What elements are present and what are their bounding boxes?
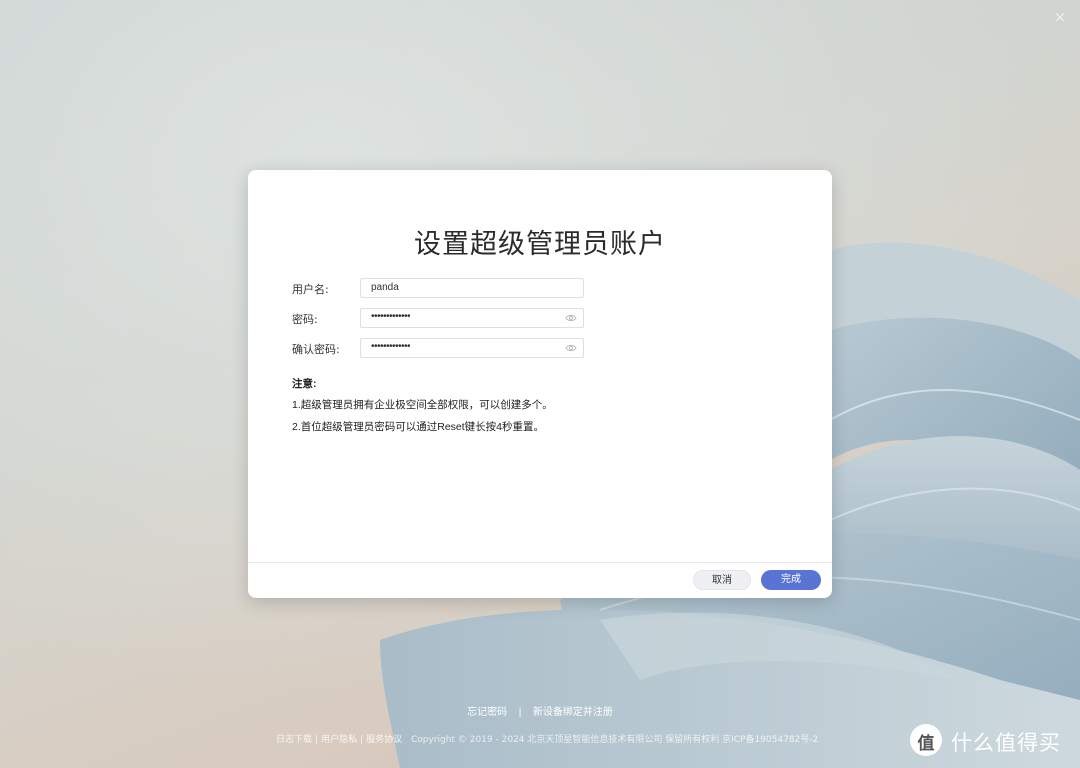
dialog-footer-divider: [248, 562, 832, 563]
note-line: 1.超级管理员拥有企业极空间全部权限，可以创建多个。: [292, 399, 553, 411]
password-value: •••••••••••••: [371, 311, 411, 322]
confirm-password-input[interactable]: •••••••••••••: [360, 338, 584, 358]
confirm-password-row: 确认密码: •••••••••••••: [292, 338, 592, 360]
watermark-logo-char: 值: [917, 734, 935, 754]
password-input[interactable]: •••••••••••••: [360, 308, 584, 328]
copyright-text: Copyright © 2019 - 2024 北京天顶星智能信息技术有限公司 …: [411, 735, 819, 745]
watermark-text: 什么值得买: [951, 731, 1061, 755]
footer-separator: |: [360, 735, 364, 745]
confirm-password-value: •••••••••••••: [371, 341, 411, 352]
cancel-button[interactable]: 取消: [693, 570, 751, 590]
setup-admin-dialog: 设置超级管理员账户 用户名: panda 密码: ••••••••••••• 确…: [248, 170, 832, 598]
password-row: 密码: •••••••••••••: [292, 308, 592, 330]
setup-screen: × 设置超级管理员账户 用户名: panda 密码: •••••••••••••…: [0, 0, 1080, 768]
watermark-logo: 值: [910, 724, 942, 756]
password-label: 密码:: [292, 313, 318, 326]
username-input[interactable]: panda: [360, 278, 584, 298]
eye-icon[interactable]: [565, 313, 577, 323]
link-separator: |: [518, 707, 522, 718]
dialog-title: 设置超级管理员账户: [414, 229, 666, 260]
footer-line: 日志下载 | 用户隐私 | 服务协议 Copyright © 2019 - 2024 北…: [276, 732, 818, 745]
username-row: 用户名: panda: [292, 278, 592, 300]
username-value: panda: [371, 282, 399, 293]
log-download-link[interactable]: 日志下载: [276, 735, 312, 745]
smzdm-watermark: 值 什么值得买: [910, 724, 1070, 758]
username-label: 用户名:: [292, 283, 329, 296]
window-close-icon[interactable]: ×: [1052, 9, 1068, 25]
privacy-link[interactable]: 用户隐私: [321, 735, 357, 745]
confirm-password-label: 确认密码:: [292, 343, 340, 356]
eye-icon[interactable]: [565, 343, 577, 353]
forgot-password-link[interactable]: 忘记密码: [467, 707, 507, 718]
notes-title: 注意:: [292, 378, 317, 390]
footer-separator: |: [315, 735, 319, 745]
note-line: 2.首位超级管理员密码可以通过Reset键长按4秒重置。: [292, 421, 545, 433]
bind-register-link[interactable]: 新设备绑定并注册: [533, 707, 613, 718]
bottom-links: 忘记密码 | 新设备绑定并注册: [0, 703, 1080, 718]
notes-block: 注意: 1.超级管理员拥有企业极空间全部权限，可以创建多个。 2.首位超级管理员…: [292, 376, 772, 441]
finish-button[interactable]: 完成: [761, 570, 821, 590]
terms-link[interactable]: 服务协议: [366, 735, 402, 745]
